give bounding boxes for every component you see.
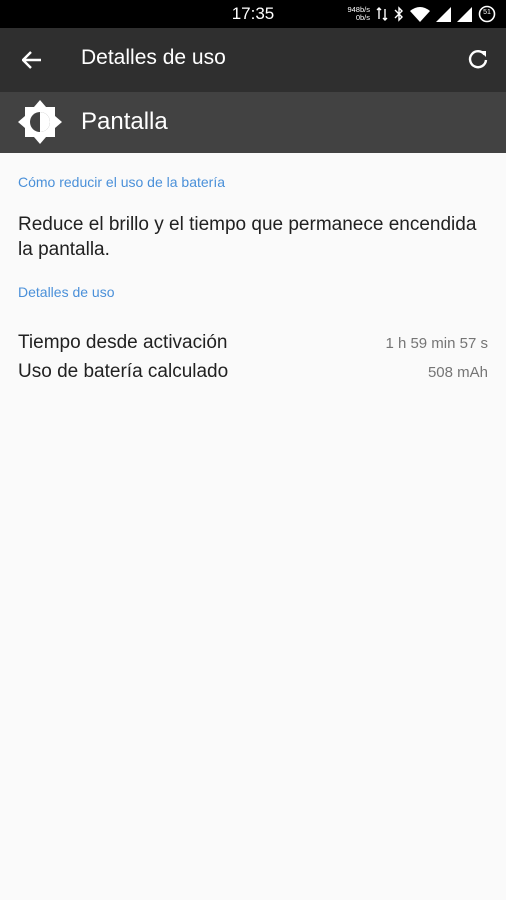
network-speed: 948b/s 0b/s — [347, 6, 370, 22]
usage-row: Uso de batería calculado 508 mAh — [18, 361, 488, 387]
arrow-back-icon — [22, 51, 41, 69]
usage-row-value: 1 h 59 min 57 s — [385, 335, 488, 352]
bluetooth-icon — [394, 6, 404, 22]
usage-row-label: Uso de batería calculado — [18, 361, 229, 382]
status-icons: 948b/s 0b/s 51 — [347, 3, 496, 25]
usage-row-value: 508 mAh — [427, 364, 488, 381]
tips-heading: Cómo reducir el uso de la batería — [18, 174, 225, 190]
battery-level: 51 — [483, 9, 491, 16]
app-header: Pantalla — [0, 92, 506, 153]
brightness-icon — [17, 99, 63, 145]
usage-heading: Detalles de uso — [18, 284, 115, 300]
cell-signal-2-icon — [457, 6, 472, 22]
cell-signal-icon — [436, 6, 451, 22]
refresh-button[interactable] — [458, 40, 498, 80]
usage-row: Tiempo desde activación 1 h 59 min 57 s — [18, 332, 488, 358]
refresh-icon — [468, 50, 488, 69]
usage-row-label: Tiempo desde activación — [18, 332, 228, 353]
page-title: Detalles de uso — [81, 46, 226, 69]
network-speed-down: 0b/s — [355, 13, 370, 22]
app-name: Pantalla — [81, 108, 168, 135]
battery-icon: 51 — [478, 5, 496, 23]
wifi-icon — [410, 6, 430, 22]
status-bar: 17:35 948b/s 0b/s 51 — [0, 0, 506, 28]
tips-text: Reduce el brillo y el tiempo que permane… — [18, 214, 477, 260]
toolbar: Detalles de uso — [0, 28, 506, 92]
back-button[interactable] — [12, 40, 52, 80]
data-transfer-icon — [376, 7, 388, 21]
